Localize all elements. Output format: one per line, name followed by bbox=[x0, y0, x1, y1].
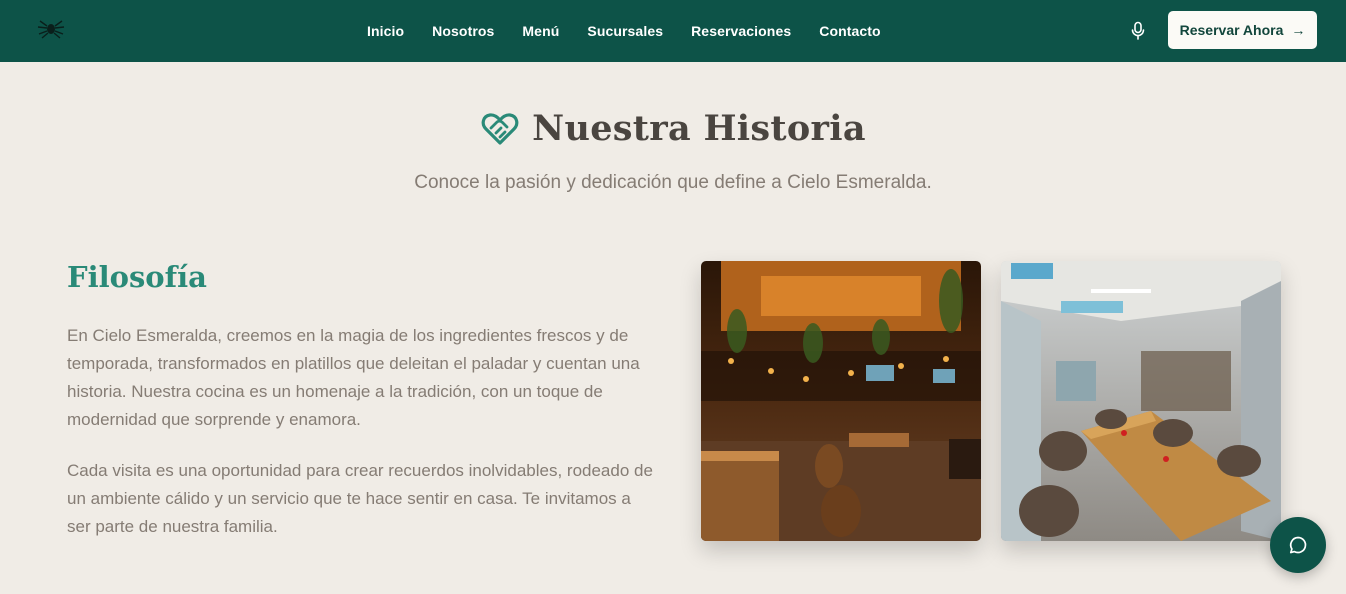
terrace-dining-photo bbox=[1001, 261, 1281, 541]
nav-nosotros[interactable]: Nosotros bbox=[418, 23, 508, 39]
philosophy-title: Filosofía bbox=[67, 260, 207, 294]
philosophy-paragraph-2: Cada visita es una oportunidad para crea… bbox=[67, 461, 653, 536]
nav-contacto[interactable]: Contacto bbox=[805, 23, 894, 39]
nav-menu[interactable]: Menú bbox=[508, 23, 573, 39]
page-subtitle: Conoce la pasión y dedicación que define… bbox=[414, 172, 932, 193]
nav-sucursales[interactable]: Sucursales bbox=[573, 23, 677, 39]
heart-handshake-icon bbox=[481, 112, 519, 145]
philosophy-paragraph-1: En Cielo Esmeralda, creemos en la magia … bbox=[67, 326, 640, 429]
reserve-now-button[interactable]: Reservar Ahora → bbox=[1168, 11, 1317, 49]
story-heading: Nuestra Historia bbox=[0, 108, 1346, 149]
nav-inicio[interactable]: Inicio bbox=[353, 23, 418, 39]
nav-reservaciones[interactable]: Reservaciones bbox=[677, 23, 805, 39]
spider-logo-icon[interactable] bbox=[36, 18, 66, 40]
reserve-now-label: Reservar Ahora bbox=[1179, 22, 1284, 38]
chat-button[interactable] bbox=[1270, 517, 1326, 573]
page-title: Nuestra Historia bbox=[532, 108, 866, 149]
arrow-right-icon: → bbox=[1291, 22, 1306, 38]
interior-bar-photo bbox=[701, 261, 981, 541]
top-navigation-bar: Inicio Nosotros Menú Sucursales Reservac… bbox=[0, 0, 1346, 62]
main-nav: Inicio Nosotros Menú Sucursales Reservac… bbox=[353, 0, 895, 62]
chat-bubble-icon bbox=[1289, 536, 1307, 554]
microphone-icon[interactable] bbox=[1130, 21, 1146, 41]
